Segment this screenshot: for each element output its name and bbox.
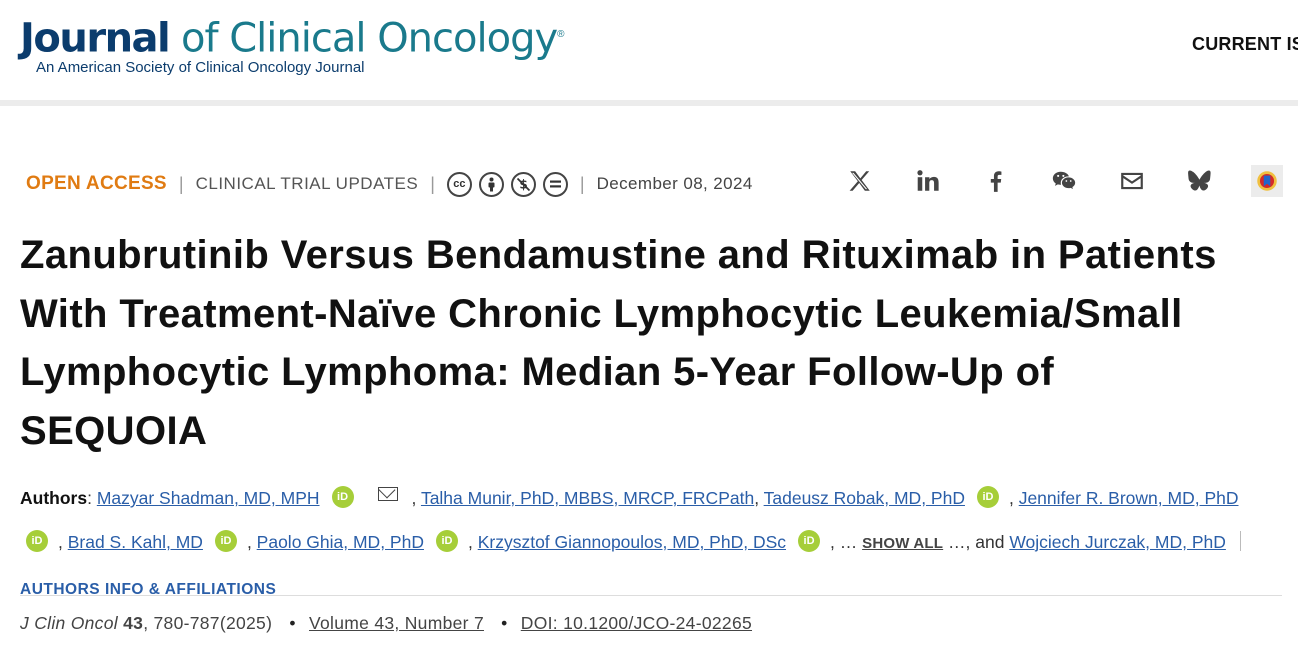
site-header: Journal of Clinical Oncology® An America… xyxy=(0,0,1298,106)
logo-rest-text: of Clinical Oncology xyxy=(169,15,558,62)
authors-block: Authors: Mazyar Shadman, MD, MPH iD, Talh… xyxy=(20,476,1270,612)
journal-logo[interactable]: Journal of Clinical Oncology® An America… xyxy=(20,12,565,77)
orcid-icon[interactable]: iD xyxy=(976,486,999,508)
noderivatives-icon xyxy=(542,171,568,197)
orcid-icon[interactable]: iD xyxy=(214,530,237,552)
divider xyxy=(1239,531,1241,551)
attribution-icon xyxy=(478,171,504,197)
orcid-icon[interactable]: iD xyxy=(331,486,354,508)
logo-bold-text: Journal xyxy=(20,15,171,62)
wechat-icon[interactable] xyxy=(1047,164,1081,198)
orcid-icon[interactable]: iD xyxy=(435,530,458,552)
logo-title: Journal of Clinical Oncology® xyxy=(20,12,565,62)
bullet: • xyxy=(501,613,508,633)
pages-year: , 780-787(2025) xyxy=(143,613,273,633)
article-title: Zanubrutinib Versus Bendamustine and Rit… xyxy=(20,233,1217,453)
author-link[interactable]: Talha Munir, PhD, MBBS, MRCP, FRCPath xyxy=(421,488,754,508)
and-text: , and xyxy=(965,532,1005,552)
author-link[interactable]: Wojciech Jurczak, MD, PhD xyxy=(1009,532,1226,552)
mendeley-icon[interactable] xyxy=(1251,165,1283,197)
citation-line: J Clin Oncol 43, 780-787(2025) • Volume … xyxy=(20,613,752,634)
meta-separator: | xyxy=(579,173,585,194)
author-link[interactable]: Jennifer R. Brown, MD, PhD xyxy=(1019,488,1239,508)
author-link[interactable]: Tadeusz Robak, MD, PhD xyxy=(764,488,965,508)
bullet: • xyxy=(289,613,296,633)
cc-icon: cc xyxy=(446,171,472,197)
show-all-authors-button[interactable]: SHOW ALL xyxy=(862,535,943,552)
noncommercial-icon: $ xyxy=(510,171,536,197)
article-meta-row: OPEN ACCESS | CLINICAL TRIAL UPDATES | c… xyxy=(26,168,753,200)
meta-separator: | xyxy=(430,173,435,194)
issue-link[interactable]: Volume 43, Number 7 xyxy=(309,613,484,633)
journal-abbrev: J Clin Oncol xyxy=(20,613,118,633)
doi-link[interactable]: DOI: 10.1200/JCO-24-02265 xyxy=(521,613,752,633)
header-divider xyxy=(0,100,1298,106)
ellipsis: … xyxy=(839,532,858,552)
meta-separator: | xyxy=(178,173,184,194)
author-link[interactable]: Paolo Ghia, MD, PhD xyxy=(257,532,424,552)
x-icon[interactable] xyxy=(843,164,877,198)
orcid-icon[interactable]: iD xyxy=(798,530,821,552)
email-icon[interactable] xyxy=(1115,164,1149,198)
linkedin-icon[interactable] xyxy=(911,164,945,198)
authors-label: Authors xyxy=(20,488,88,508)
facebook-icon[interactable] xyxy=(979,164,1013,198)
bluesky-icon[interactable] xyxy=(1183,164,1217,198)
logo-subtitle: An American Society of Clinical Oncology… xyxy=(36,59,365,77)
share-toolbar xyxy=(843,164,1283,198)
author-link[interactable]: Krzysztof Giannopoulos, MD, PhD, DSc xyxy=(478,532,786,552)
orcid-icon[interactable]: iD xyxy=(26,530,48,552)
nav-current-issue[interactable]: CURRENT IS xyxy=(1192,34,1298,55)
open-access-badge: OPEN ACCESS xyxy=(26,173,167,194)
license-icons[interactable]: cc $ xyxy=(446,171,568,197)
publication-date: December 08, 2024 xyxy=(596,174,753,193)
author-link[interactable]: Brad S. Kahl, MD xyxy=(68,532,203,552)
ellipsis: … xyxy=(948,532,966,552)
registered-mark: ® xyxy=(557,29,565,40)
citation-divider xyxy=(20,595,1282,596)
email-icon[interactable] xyxy=(377,487,398,501)
author-link[interactable]: Mazyar Shadman, MD, MPH xyxy=(97,488,320,508)
article-type[interactable]: CLINICAL TRIAL UPDATES xyxy=(196,174,419,194)
volume-number: 43 xyxy=(123,613,144,633)
